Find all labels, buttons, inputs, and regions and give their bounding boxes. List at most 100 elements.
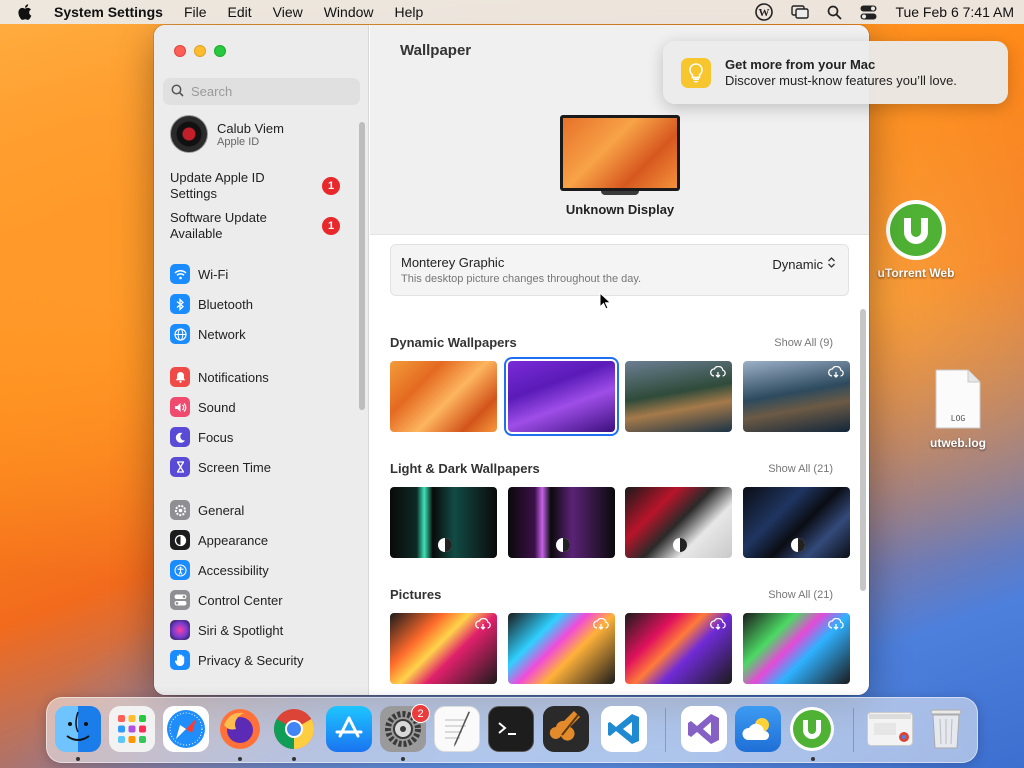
running-indicator [811,757,815,761]
sidebar-item-general[interactable]: General [170,499,244,521]
sidebar-item-label: Appearance [198,532,269,548]
dock-visual-studio[interactable] [681,706,727,752]
sidebar-item-bluetooth[interactable]: Bluetooth [170,293,253,315]
control-center-icon[interactable] [860,5,877,20]
sidebar-item-label: Privacy & Security [198,652,304,668]
siri-icon [170,620,190,640]
dock-system-settings[interactable]: 2 [380,704,430,752]
dock-garageband[interactable] [543,706,589,752]
search-box[interactable] [163,78,360,105]
dock-vscode[interactable] [601,706,647,752]
alert-update-apple-id[interactable]: Update Apple ID Settings 1 [170,170,340,202]
download-cloud-icon[interactable] [710,365,726,381]
sidebar-item-network[interactable]: Network [170,323,246,345]
download-cloud-icon[interactable] [828,617,844,633]
sidebar-item-label: Siri & Spotlight [198,622,284,638]
dock-safari[interactable] [163,706,209,752]
desktop-icon-label: utweb.log [930,436,986,450]
menu-file[interactable]: File [184,4,207,20]
download-cloud-icon[interactable] [593,617,609,633]
alert-software-update[interactable]: Software Update Available 1 [170,210,340,242]
menu-clock[interactable]: Tue Feb 6 7:41 AM [895,4,1014,20]
tips-notification[interactable]: Get more from your Mac Discover must-kno… [663,41,1008,104]
sidebar: Calub Viem Apple ID Update Apple ID Sett… [154,25,369,695]
search-input[interactable] [191,84,351,99]
sidebar-item-control-center[interactable]: Control Center [170,589,283,611]
sidebar-item-notifications[interactable]: Notifications [170,366,269,388]
sidebar-item-label: Bluetooth [198,296,253,312]
desktop-utweb-log[interactable]: LOG utweb.log [918,368,998,450]
spotlight-search-icon[interactable] [827,5,843,20]
firefox-icon [220,709,260,749]
menu-app-name[interactable]: System Settings [54,4,163,20]
running-indicator [238,757,242,761]
wallpaper-mode-select[interactable]: Dynamic [772,256,836,272]
wallpaper-thumbnail[interactable] [625,487,732,558]
current-wallpaper-description: This desktop picture changes throughout … [401,273,642,285]
wallpaper-thumbnail[interactable] [508,487,615,558]
wallpaper-thumbnail[interactable] [508,613,615,684]
dock-separator [853,708,854,752]
sidebar-item-wifi[interactable]: Wi-Fi [170,263,228,285]
sidebar-item-privacy-security[interactable]: Privacy & Security [170,649,303,671]
menu-view[interactable]: View [273,4,303,20]
utorrent-dock-icon [790,707,834,751]
show-all-light-dark-button[interactable]: Show All (21) [768,463,833,475]
dock: 2 [46,697,978,763]
dock-chrome-window[interactable] [867,712,913,746]
sidebar-item-sound[interactable]: Sound [170,396,236,418]
wallpaper-thumbnail[interactable] [390,361,497,432]
dock-launchpad[interactable] [109,706,155,752]
wallpaper-thumbnail[interactable] [390,487,497,558]
dock-terminal[interactable] [488,706,534,752]
download-cloud-icon[interactable] [828,365,844,381]
apple-id-profile[interactable]: Calub Viem Apple ID [170,115,284,153]
system-settings-window: Calub Viem Apple ID Update Apple ID Sett… [154,25,869,695]
sidebar-item-accessibility[interactable]: Accessibility [170,559,269,581]
close-button[interactable] [174,45,186,57]
download-cloud-icon[interactable] [475,617,491,633]
dock-finder[interactable] [55,706,101,752]
alert-label: Update Apple ID Settings [170,170,265,201]
desktop-utorrent-web[interactable]: uTorrent Web [872,198,960,280]
visual-studio-icon [688,714,719,744]
screen-mirroring-icon[interactable] [791,5,810,19]
wallpaper-thumbnail[interactable] [743,613,850,684]
wordpress-status-icon[interactable]: W [755,3,774,21]
hourglass-icon [170,457,190,477]
wallpaper-thumbnail[interactable] [743,487,850,558]
dock-weather[interactable] [735,706,781,752]
main-scrollbar[interactable] [860,309,866,591]
accessibility-icon [170,560,190,580]
wallpaper-thumbnail[interactable] [743,361,850,432]
menu-window[interactable]: Window [324,4,374,20]
sidebar-item-siri-spotlight[interactable]: Siri & Spotlight [170,619,283,641]
download-cloud-icon[interactable] [710,617,726,633]
profile-subtitle: Apple ID [217,135,260,148]
menu-edit[interactable]: Edit [228,4,252,20]
sidebar-item-screen-time[interactable]: Screen Time [170,456,271,478]
show-all-dynamic-button[interactable]: Show All (9) [774,337,833,349]
menu-help[interactable]: Help [395,4,424,20]
sidebar-item-appearance[interactable]: Appearance [170,529,268,551]
dock-textedit[interactable] [434,706,480,752]
wallpaper-thumbnail[interactable] [625,361,732,432]
minimize-button[interactable] [194,45,206,57]
apple-menu-icon[interactable] [18,4,36,20]
dock-chrome[interactable] [271,706,317,752]
monitor-preview [560,115,680,191]
show-all-pictures-button[interactable]: Show All (21) [768,589,833,601]
zoom-button[interactable] [214,45,226,57]
wallpaper-thumbnail-selected[interactable] [508,361,615,432]
sidebar-scrollbar[interactable] [359,122,365,410]
dock-trash[interactable] [923,706,969,752]
wallpaper-thumbnail[interactable] [390,613,497,684]
section-title-dynamic: Dynamic Wallpapers [390,335,517,350]
dock-utorrent[interactable] [789,706,835,752]
dock-firefox[interactable] [217,706,263,752]
dock-app-store[interactable] [326,706,372,752]
wallpaper-thumbnail[interactable] [625,613,732,684]
wallpaper-pane: Wallpaper Unknown Display Monterey Graph… [370,25,869,695]
sidebar-item-focus[interactable]: Focus [170,426,233,448]
notification-title: Get more from your Mac [725,56,876,72]
